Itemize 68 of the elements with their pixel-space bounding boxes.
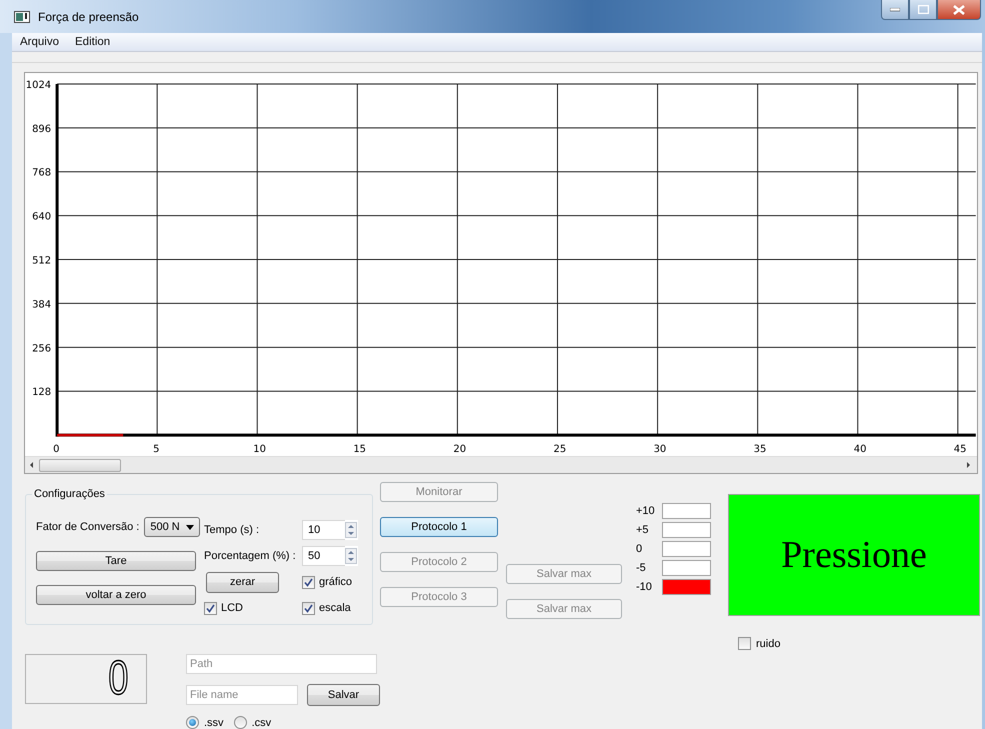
- x-tick-label: 20: [453, 444, 466, 456]
- status-display: Pressione: [728, 494, 980, 616]
- x-tick-label: 15: [353, 444, 366, 456]
- time-label: Tempo (s) :: [204, 524, 260, 536]
- lcd-display: 0: [25, 654, 147, 704]
- radio-button[interactable]: [234, 716, 247, 729]
- y-tick-label: 512: [32, 256, 52, 267]
- close-button[interactable]: [937, 0, 981, 20]
- conversion-dropdown[interactable]: 500 N: [144, 517, 200, 537]
- level-label: 0: [636, 543, 644, 555]
- level-label: -5: [636, 562, 647, 574]
- scrollbar[interactable]: [25, 456, 977, 473]
- x-tick-label: 10: [253, 444, 266, 456]
- protocol-button[interactable]: Protocolo 1: [380, 517, 498, 537]
- zero-button[interactable]: zerar: [206, 572, 279, 592]
- scroll-right-icon[interactable]: [967, 462, 970, 468]
- file-name-field[interactable]: File name: [186, 685, 298, 705]
- conversion-label: Fator de Conversão :: [36, 521, 140, 533]
- x-tick-label: 0: [53, 444, 60, 456]
- checkbox-label: gráfico: [319, 576, 352, 588]
- spin-arrows-icon[interactable]: [345, 548, 357, 564]
- y-tick-label: 768: [32, 168, 52, 179]
- checkbox[interactable]: [204, 602, 217, 614]
- spin-field[interactable]: 10: [302, 520, 345, 540]
- y-tick-label: 896: [32, 124, 52, 135]
- app-icon: [14, 10, 30, 22]
- x-tick-label: 25: [554, 444, 566, 456]
- close-icon: [953, 4, 965, 14]
- x-tick-label: 40: [854, 444, 866, 456]
- radio-label: .csv: [252, 716, 272, 728]
- reset-button[interactable]: voltar a zero: [36, 585, 196, 605]
- level-label: -10: [636, 581, 653, 593]
- menu-item[interactable]: Arquivo: [12, 36, 67, 48]
- level-label: +5: [636, 524, 650, 536]
- x-tick-label: 5: [153, 444, 160, 456]
- menu-item[interactable]: Edition: [67, 36, 118, 48]
- y-tick-label: 640: [32, 212, 52, 223]
- y-tick-label: 256: [32, 343, 52, 354]
- spin-field[interactable]: 50: [302, 546, 345, 566]
- checkbox-label: escala: [319, 602, 351, 614]
- radio-button[interactable]: [186, 716, 199, 729]
- tare-button[interactable]: Tare: [36, 551, 196, 571]
- spin-arrows-icon[interactable]: [345, 522, 357, 538]
- checkbox[interactable]: [302, 576, 315, 588]
- group-title: Configurações: [32, 488, 107, 500]
- y-tick-label: 384: [32, 299, 52, 310]
- minimize-button[interactable]: [881, 0, 909, 20]
- checkbox-label: LCD: [221, 602, 244, 614]
- x-tick-label: 35: [754, 444, 766, 456]
- path-field[interactable]: Path: [186, 654, 377, 674]
- scroll-left-icon[interactable]: [30, 462, 33, 468]
- checkbox[interactable]: [738, 637, 751, 650]
- maximize-button[interactable]: [909, 0, 937, 20]
- y-tick-label: 1024: [26, 80, 52, 91]
- minimize-icon: [890, 8, 900, 12]
- checkbox[interactable]: [302, 602, 315, 614]
- y-tick-label: 128: [32, 387, 52, 398]
- data-line: [57, 434, 124, 436]
- level-label: +10: [636, 505, 656, 517]
- window-title: Força de preensão: [38, 10, 139, 24]
- x-tick-label: 45: [954, 444, 966, 456]
- x-tick-label: 30: [654, 444, 666, 456]
- caret-icon: [186, 524, 194, 530]
- checkbox-label: ruido: [756, 638, 780, 650]
- radio-label: .ssv: [204, 716, 224, 728]
- percentage-label: Porcentagem (%) :: [204, 550, 297, 562]
- save-button[interactable]: Salvar: [307, 684, 380, 706]
- maximize-icon: [918, 5, 928, 14]
